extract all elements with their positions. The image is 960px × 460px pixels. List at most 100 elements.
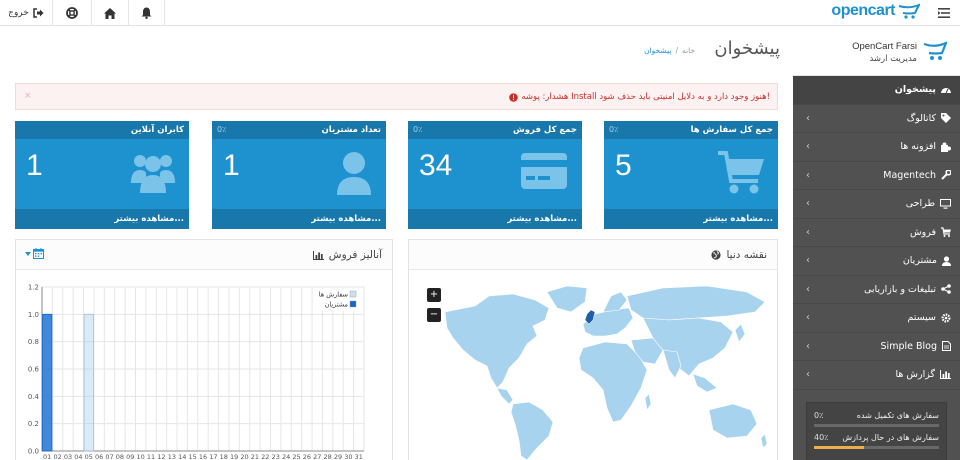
x-tick-label: 09 [126,453,134,460]
sidebar-toggle-button[interactable] [936,5,952,21]
logo-cart-icon [898,3,920,19]
x-tick-label: 02 [53,453,61,460]
opencart-logo[interactable]: opencart [831,2,920,20]
map-madagascar [644,393,652,411]
help-button[interactable] [53,0,92,26]
install-warning-alert: هشدار: پوشه Install هنوز وجود دارد و به … [15,83,778,110]
map-greenland [546,285,588,313]
x-tick-label: 25 [292,453,300,460]
puzzle-icon [941,142,951,152]
stat-completed-orders: سفارش های تکمیل شده 0٪ [814,409,939,431]
sidebar-item[interactable]: ‹ Magentech [793,162,960,190]
x-tick-label: 06 [95,453,103,460]
tile-more-link[interactable]: مشاهده بیشتر... [212,209,386,229]
sales-chart: 0.00.20.40.60.81.01.201 02 03 04 05 06 07 08 09 1… [28,284,365,460]
profile-role: مدیریت ارشد [869,54,917,64]
breadcrumb-current[interactable]: پیشخوان [644,46,671,55]
sidebar-item[interactable]: ‹ کاتالوگ [793,105,960,133]
top-header: opencart خروج [0,0,960,26]
sidebar-item[interactable]: ‹ طراحی [793,190,960,219]
map-north-america [444,293,550,389]
x-tick-label: 08 [116,453,124,460]
chart-bar [83,313,94,452]
legend-label: مشتریان [325,301,348,309]
sidebar-item[interactable]: ‹ افزونه ها [793,133,960,162]
x-tick-label: 24 [282,453,290,460]
sidebar-item[interactable]: پیشخوان [793,76,960,105]
sidebar-item[interactable]: ‹ Simple Blog [793,333,960,361]
x-tick-label: 16 [199,453,207,460]
notifications-button[interactable] [129,0,165,26]
stat-processing-orders: سفارش های در حال پردازش 40٪ [814,431,939,453]
share-icon [941,284,951,295]
sidebar-item-label: گزارش ها [895,369,935,381]
chevron-left-icon: ‹ [806,198,810,210]
sidebar-item-label: طراحی [905,198,935,210]
user-icon [337,152,371,195]
logout-label: خروج [8,8,29,18]
home-button[interactable] [92,0,129,26]
sidebar-item[interactable]: ‹ فروش [793,219,960,247]
alert-close-button[interactable]: × [24,91,32,101]
tile-total-orders: جمع کل سفارش ها 0٪ 5 مشاهده بیشتر... [604,121,778,229]
tile-more-link[interactable]: مشاهده بیشتر... [604,209,778,229]
x-tick-label: 01 [43,453,51,460]
chevron-left-icon: ‹ [806,112,810,124]
sidebar-item[interactable]: ‹ سیستم [793,304,960,333]
x-tick-label: 11 [147,453,155,460]
y-tick-label: 0.8 [28,338,39,346]
cart-icon [941,227,951,238]
x-tick-label: 15 [188,453,196,460]
legend-swatch [349,290,357,298]
sidebar-item[interactable]: ‹ گزارش ها [793,361,960,390]
tile-percent: 0٪ [609,125,619,134]
y-tick-label: 1.0 [28,311,39,319]
globe-icon [711,250,722,260]
breadcrumb-separator: / [675,46,678,55]
tile-value: 5 [615,149,632,182]
legend-label: سفارش ها [319,291,348,299]
map-central-america [496,387,514,405]
breadcrumb-home[interactable]: خانه [682,46,695,55]
x-tick-label: 26 [303,453,311,460]
chevron-left-icon: ‹ [806,369,810,381]
y-tick-label: 0.0 [28,448,39,456]
sidebar-item[interactable]: ‹ مشتریان [793,247,960,276]
tile-total-sales: جمع کل فروش 0٪ 34 مشاهده بیشتر... [408,121,582,229]
sidebar-item-label: کاتالوگ [906,112,936,124]
x-tick-label: 30 [344,453,352,460]
logout-button[interactable]: خروج [0,0,53,26]
calendar-icon [33,248,44,259]
tile-online-users: کابران آنلاین 1 مشاهده بیشتر... [15,121,189,229]
chevron-left-icon: ‹ [806,283,810,295]
logo-text: opencart [831,2,895,19]
sidebar-menu: پیشخوان ‹ کاتالوگ ‹ افزونه ها ‹ Magentech ‹ طراح… [793,76,960,390]
user-profile[interactable]: OpenCart Farsi مدیریت ارشد [793,26,960,76]
tile-percent: 0٪ [217,125,227,134]
sidebar-item[interactable]: ‹ تبلیغات و بازاریابی [793,276,960,304]
date-range-dropdown[interactable] [25,248,44,259]
cog-icon [941,313,951,323]
sidebar-item-label: افزونه ها [900,141,936,153]
x-tick-label: 12 [157,453,165,460]
tile-total-customers: تعداد مشتریان 0٪ 1 مشاهده بیشتر... [212,121,386,229]
menu-icon [938,8,950,18]
credit-card-icon [521,153,567,189]
x-tick-label: 18 [220,453,228,460]
tile-title: کابران آنلاین [130,125,184,135]
sidebar-item-label: پیشخوان [894,84,936,96]
bar-chart-icon [312,250,324,260]
tile-more-link[interactable]: مشاهده بیشتر... [408,209,582,229]
x-tick-label: 10 [137,453,145,460]
y-tick-label: 0.6 [28,366,40,374]
users-icon [131,155,175,193]
lifebuoy-icon [66,7,78,19]
x-tick-label: 05 [85,453,93,460]
tile-more-link[interactable]: مشاهده بیشتر... [15,209,189,229]
world-map[interactable] [417,278,769,460]
map-japan [734,323,746,343]
stat-progress-fill [814,446,864,449]
tile-title: تعداد مشتریان [321,125,381,135]
x-tick-label: 29 [334,453,342,460]
x-tick-label: 17 [209,453,217,460]
